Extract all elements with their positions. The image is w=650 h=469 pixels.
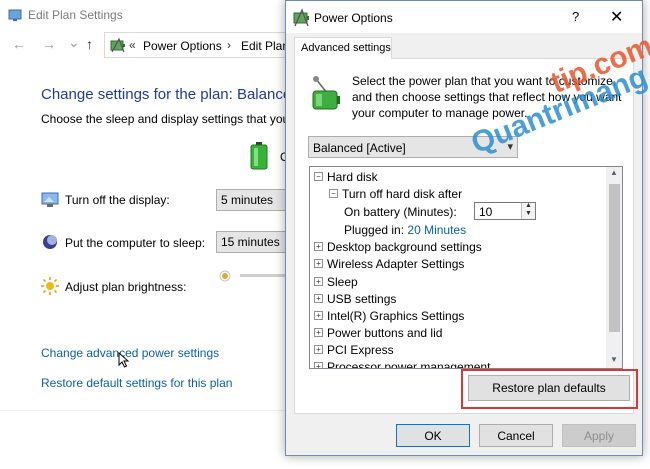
tab-label: Advanced settings (301, 42, 391, 54)
dialog-titlebar: Power Options ? ✕ (286, 1, 642, 33)
tree-item-hard-disk[interactable]: − Hard disk (314, 169, 378, 186)
on-battery-minutes-value[interactable]: 10 (479, 205, 492, 219)
power-plan-value: Balanced [Active] (313, 141, 406, 155)
address-bar[interactable]: « Power Options › Edit Plan (104, 32, 304, 58)
stepper-up-icon[interactable]: ▲ (525, 202, 532, 209)
dim-sun-icon (219, 270, 231, 282)
settings-tree[interactable]: − Hard disk − Turn off hard disk after On … (309, 166, 623, 369)
stepper-buttons: ▲ ▼ (521, 202, 535, 219)
forward-arrow-icon[interactable]: → (42, 36, 56, 52)
tree-item-label: Plugged in: (344, 222, 405, 237)
up-arrow-icon[interactable]: ↑ (86, 36, 93, 52)
tree-item-label: Wireless Adapter Settings (327, 256, 465, 271)
window-title: Edit Plan Settings (28, 8, 123, 22)
tree-item-label: Processor power management (327, 359, 491, 369)
power-options-icon (8, 9, 22, 21)
close-icon[interactable]: ✕ (610, 7, 623, 27)
plugged-in-minutes-link[interactable]: 20 Minutes (407, 223, 466, 237)
change-advanced-power-settings-link[interactable]: Change advanced power settings (41, 346, 219, 360)
apply-button[interactable]: Apply (562, 424, 636, 447)
expand-icon[interactable]: + (314, 362, 323, 368)
restore-default-settings-link[interactable]: Restore default settings for this plan (41, 376, 232, 390)
expand-icon[interactable]: + (314, 277, 323, 287)
battery-icon (250, 142, 268, 170)
tree-item-label: Desktop background settings (327, 239, 482, 254)
sun-icon (41, 277, 59, 295)
power-plan-icon (312, 76, 340, 110)
restore-plan-defaults-button[interactable]: Restore plan defaults (468, 375, 630, 401)
tree-item-processor-power[interactable]: + Processor power management (314, 359, 491, 369)
tree-item-label: Power buttons and lid (327, 325, 443, 340)
turn-off-display-select[interactable]: 5 minutes (216, 189, 296, 211)
expand-icon[interactable]: + (314, 294, 323, 304)
tree-item-turn-off-hard-disk[interactable]: − Turn off hard disk after (329, 186, 462, 203)
power-options-icon (293, 8, 309, 27)
recent-locations-chevron-icon[interactable]: ⌄ (68, 34, 80, 51)
power-options-dialog: Power Options ? ✕ Advanced settings Sele… (285, 0, 643, 456)
tree-scrollbar[interactable]: ▲ ▼ (606, 167, 622, 368)
monitor-icon (41, 192, 59, 207)
breadcrumb-separator: › (227, 38, 231, 52)
tree-item-label: Hard disk (327, 169, 378, 184)
tree-item-on-battery: On battery (Minutes): (344, 204, 457, 221)
tree-item-label: USB settings (327, 291, 397, 306)
stepper-down-icon[interactable]: ▼ (525, 210, 532, 217)
tree-item-pci-express[interactable]: + PCI Express (314, 342, 394, 359)
tree-item-sleep[interactable]: + Sleep (314, 274, 358, 291)
moon-icon (43, 235, 57, 249)
tree-item-wireless-adapter[interactable]: + Wireless Adapter Settings (314, 256, 464, 273)
scroll-up-icon[interactable]: ▲ (610, 168, 618, 177)
power-plan-select[interactable]: Balanced [Active] ▾ (308, 136, 518, 158)
sleep-label: Put the computer to sleep: (65, 236, 206, 250)
page-title: Change settings for the plan: Balance (41, 86, 292, 103)
tree-item-label: Turn off hard disk after (342, 186, 463, 201)
sleep-select[interactable]: 15 minutes (216, 231, 296, 253)
dialog-description-line-2: and then choose settings that reflect ho… (352, 90, 622, 104)
dialog-description-line-1: Select the power plan that you want to c… (352, 74, 617, 88)
cancel-button[interactable]: Cancel (479, 424, 553, 447)
power-options-icon (110, 37, 125, 53)
scroll-down-icon[interactable]: ▼ (610, 355, 618, 364)
tree-item-label: Intel(R) Graphics Settings (327, 308, 465, 323)
mouse-pointer-icon (118, 352, 130, 368)
expand-icon[interactable]: + (314, 345, 323, 355)
expand-icon[interactable]: + (314, 242, 323, 252)
tree-item-power-buttons[interactable]: + Power buttons and lid (314, 325, 442, 342)
tab-advanced-settings[interactable]: Advanced settings (294, 37, 392, 59)
breadcrumb-power-options[interactable]: Power Options (143, 39, 222, 53)
tree-item-label: Sleep (327, 274, 358, 289)
tree-item-label: On battery (Minutes): (344, 204, 457, 219)
collapse-icon[interactable]: − (314, 172, 323, 182)
dialog-description-line-3: your computer to manage power. (352, 106, 528, 120)
expand-icon[interactable]: + (314, 311, 323, 321)
brightness-label: Adjust plan brightness: (65, 280, 187, 294)
expand-icon[interactable]: + (314, 259, 323, 269)
tree-item-plugged-in: Plugged in: 20 Minutes (344, 222, 466, 239)
collapse-icon[interactable]: − (329, 189, 338, 199)
breadcrumb-edit-plan[interactable]: Edit Plan (241, 39, 289, 53)
scroll-thumb[interactable] (609, 184, 620, 332)
tree-item-intel-graphics[interactable]: + Intel(R) Graphics Settings (314, 308, 464, 325)
tree-item-desktop-background[interactable]: + Desktop background settings (314, 239, 482, 256)
dialog-title: Power Options (314, 11, 393, 25)
tree-item-label: PCI Express (327, 342, 394, 357)
tree-item-usb-settings[interactable]: + USB settings (314, 291, 396, 308)
expand-icon[interactable]: + (314, 328, 323, 338)
divider (0, 410, 290, 411)
page-subtitle: Choose the sleep and display settings th… (41, 112, 302, 126)
help-button[interactable]: ? (572, 9, 579, 24)
ok-button[interactable]: OK (396, 424, 470, 447)
on-battery-minutes-stepper[interactable]: 10 ▲ ▼ (474, 202, 536, 220)
back-arrow-icon[interactable]: ← (12, 36, 26, 52)
address-overflow-chevron[interactable]: « (129, 38, 136, 52)
chevron-down-icon: ▾ (507, 141, 513, 153)
turn-off-display-label: Turn off the display: (65, 193, 170, 207)
